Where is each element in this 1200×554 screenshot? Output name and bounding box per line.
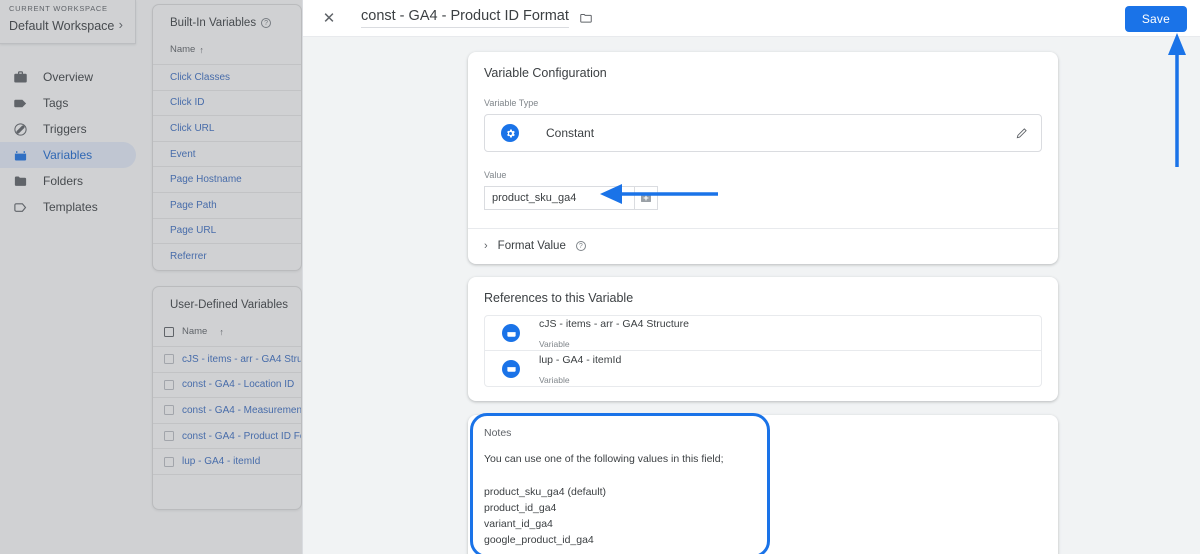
value-label: Value [484,170,507,180]
reference-type: Variable [539,374,570,385]
variable-type-label: Variable Type [484,98,539,108]
variable-type-selector[interactable]: Constant [484,114,1042,152]
references-card: References to this Variable cJS - items … [468,277,1058,401]
variable-picker-icon[interactable] [634,186,658,210]
save-button[interactable]: Save [1124,6,1187,32]
value-field-group [484,186,658,210]
variable-type-value: Constant [546,126,595,140]
modal-scrim[interactable] [0,0,302,554]
modal-header: ✕ const - GA4 - Product ID Format Save [303,0,1200,37]
reference-type: Variable [539,339,570,349]
list-item-text: cJS - items - arr - GA4 Structure Variab… [539,316,689,353]
list-item-text: lup - GA4 - itemId Variable [539,349,622,387]
close-icon[interactable]: ✕ [319,8,339,28]
notes-body[interactable]: You can use one of the following values … [468,439,1058,554]
variable-icon [502,324,520,342]
reference-name: lup - GA4 - itemId [539,353,622,366]
variable-configuration-card: Variable Configuration Variable Type Con… [468,52,1058,264]
card-title: References to this Variable [484,291,634,305]
reference-name: cJS - items - arr - GA4 Structure [539,318,689,330]
variable-icon [502,359,520,378]
format-value-toggle[interactable]: › Format Value ? [468,229,1058,264]
folder-icon[interactable] [579,11,593,25]
list-item[interactable]: lup - GA4 - itemId Variable [485,351,1041,386]
screen: CURRENT WORKSPACE Default Workspace › Ov… [0,0,1200,554]
list-item[interactable]: cJS - items - arr - GA4 Structure Variab… [485,316,1041,351]
chevron-right-icon: › [484,240,488,252]
format-value-label: Format Value [497,240,566,252]
pencil-icon[interactable] [1015,126,1029,140]
value-input[interactable] [484,186,634,210]
references-list: cJS - items - arr - GA4 Structure Variab… [484,315,1042,387]
notes-title: Notes [484,427,512,439]
card-title: Variable Configuration [484,66,607,80]
variable-name-field[interactable]: const - GA4 - Product ID Format [361,8,569,28]
help-icon[interactable]: ? [575,241,586,251]
notes-card: Notes You can use one of the following v… [468,415,1058,554]
constant-gear-icon [501,124,519,142]
variable-editor-modal: ✕ const - GA4 - Product ID Format Save V… [302,0,1200,554]
